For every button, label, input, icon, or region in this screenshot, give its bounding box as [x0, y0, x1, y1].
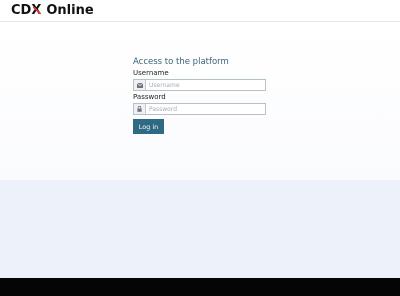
envelope-icon [134, 80, 146, 90]
main-content: Access to the platform Username Password… [0, 23, 400, 180]
username-input[interactable] [146, 80, 265, 90]
lower-band [0, 180, 400, 278]
username-label: Username [133, 69, 169, 77]
app-header: CDX Online [0, 0, 400, 22]
password-field-group [133, 103, 266, 115]
password-input[interactable] [146, 104, 265, 114]
login-button[interactable]: Log in [133, 119, 164, 134]
login-form: Access to the platform Username Password… [133, 57, 267, 134]
logo-cdx-text: CDX [11, 3, 42, 18]
lock-icon [134, 104, 146, 114]
login-title: Access to the platform [133, 57, 229, 67]
logo-online-text: Online [46, 3, 94, 18]
password-label: Password [133, 93, 166, 101]
username-field-group [133, 79, 266, 91]
page-footer [0, 278, 400, 296]
cdx-online-logo[interactable]: CDX Online [11, 3, 94, 18]
